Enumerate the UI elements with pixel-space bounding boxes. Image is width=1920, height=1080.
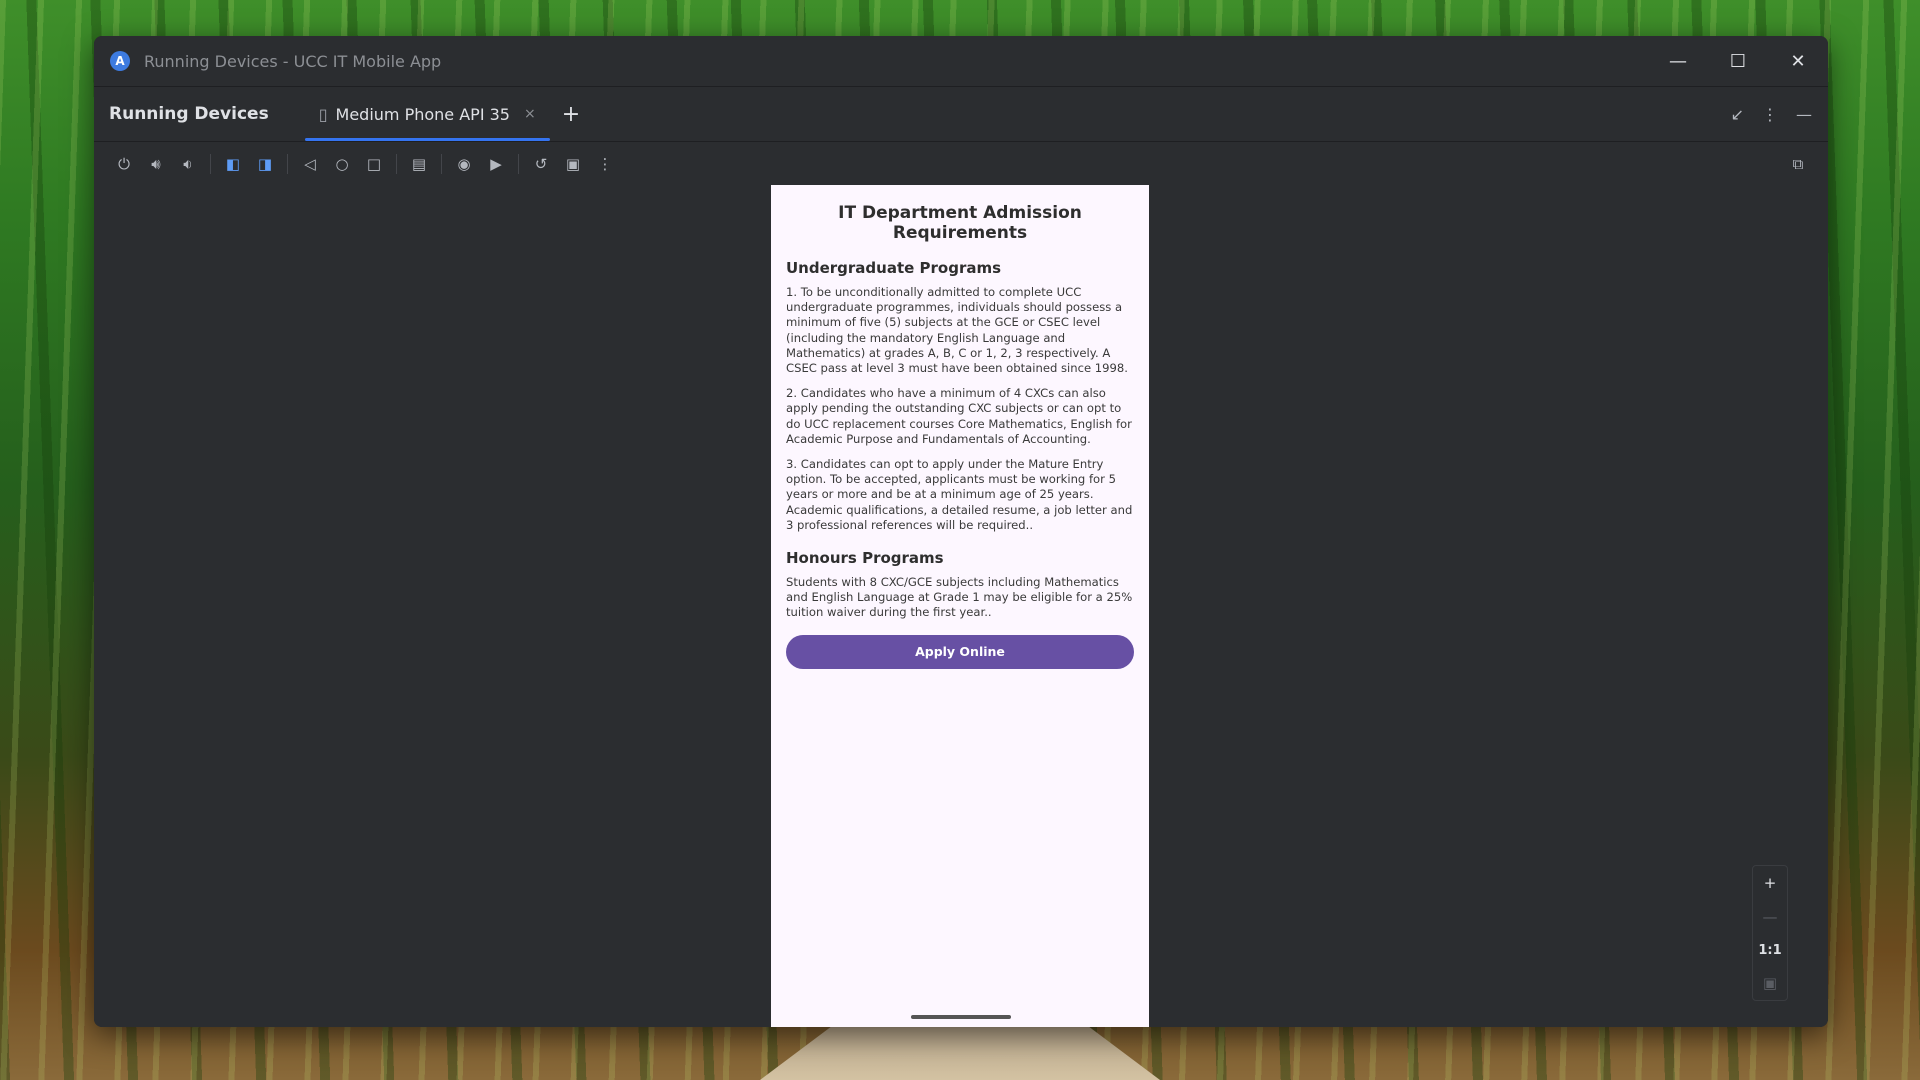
toolbar-divider: [396, 154, 397, 174]
power-icon[interactable]: ⏻: [108, 148, 140, 180]
options-menu-icon[interactable]: ⋮: [1762, 105, 1778, 124]
toolbar-divider: [210, 154, 211, 174]
device-explorer-icon[interactable]: ⧉: [1782, 148, 1814, 180]
volume-down-icon[interactable]: 🔉︎: [172, 148, 204, 180]
home-icon[interactable]: ○: [326, 148, 358, 180]
minimize-button[interactable]: —: [1648, 36, 1708, 86]
phone-icon: ▯: [318, 104, 328, 124]
undergrad-paragraph-3: 3. Candidates can opt to apply under the…: [786, 457, 1133, 532]
window-title: Running Devices - UCC IT Mobile App: [144, 51, 442, 71]
restore-layout-icon[interactable]: ↙: [1731, 105, 1744, 124]
zoom-out-button[interactable]: —: [1763, 908, 1778, 926]
undergrad-paragraph-1: 1. To be unconditionally admitted to com…: [786, 285, 1128, 376]
undergrad-heading: Undergraduate Programs: [786, 259, 1002, 277]
device-snapshot-icon[interactable]: ▤: [403, 148, 435, 180]
close-button[interactable]: ✕: [1768, 36, 1828, 86]
apply-online-button[interactable]: Apply Online: [786, 634, 1134, 669]
app-logo-icon: A: [110, 51, 130, 71]
display-icon[interactable]: ▣: [557, 148, 589, 180]
gesture-home-indicator[interactable]: [911, 1015, 1011, 1019]
honours-heading: Honours Programs: [786, 549, 944, 568]
screenshot-icon[interactable]: ◉: [448, 148, 480, 180]
more-icon[interactable]: ⋮: [589, 148, 621, 180]
reset-icon[interactable]: ↺: [525, 148, 557, 180]
hide-panel-icon[interactable]: —: [1796, 105, 1812, 124]
toolbar-divider: [441, 154, 442, 174]
device-tab-bar: Running Devices ▯ Medium Phone API 35 × …: [94, 87, 1828, 142]
maximize-button[interactable]: ☐: [1708, 36, 1768, 86]
device-display-area: IT Department Admission Requirements Und…: [94, 185, 1828, 1027]
tab-medium-phone[interactable]: ▯ Medium Phone API 35 ×: [304, 87, 550, 141]
phone-screen[interactable]: IT Department Admission Requirements Und…: [771, 185, 1149, 1027]
add-device-button[interactable]: +: [562, 102, 580, 127]
fit-screen-icon[interactable]: ▣: [1763, 974, 1777, 992]
toolbar-divider: [287, 154, 288, 174]
tab-close-icon[interactable]: ×: [524, 106, 536, 122]
title-bar: A Running Devices - UCC IT Mobile App — …: [94, 36, 1828, 87]
toolbar-divider: [518, 154, 519, 174]
actual-size-button[interactable]: 1:1: [1758, 943, 1781, 958]
android-studio-window: A Running Devices - UCC IT Mobile App — …: [94, 36, 1828, 1027]
rotate-right-icon[interactable]: ◨: [249, 148, 281, 180]
panel-title: Running Devices: [109, 104, 269, 124]
tab-label: Medium Phone API 35: [335, 104, 510, 124]
honours-paragraph: Students with 8 CXC/GCE subjects includi…: [786, 575, 1133, 620]
back-icon[interactable]: ◁: [294, 148, 326, 180]
emulator-toolbar: ⏻ 🔊︎ 🔉︎ ◧ ◨ ◁ ○ □ ▤ ◉ ▶ ↺ ▣ ⋮ ⧉: [94, 142, 1828, 187]
volume-up-icon[interactable]: 🔊︎: [140, 148, 172, 180]
zoom-in-button[interactable]: +: [1764, 874, 1777, 892]
rotate-left-icon[interactable]: ◧: [217, 148, 249, 180]
zoom-controls: + — 1:1 ▣: [1752, 865, 1788, 1001]
overview-icon[interactable]: □: [358, 148, 390, 180]
page-title: IT Department Admission Requirements: [838, 203, 1082, 243]
screen-record-icon[interactable]: ▶: [480, 148, 512, 180]
undergrad-paragraph-2: 2. Candidates who have a minimum of 4 CX…: [786, 386, 1132, 446]
